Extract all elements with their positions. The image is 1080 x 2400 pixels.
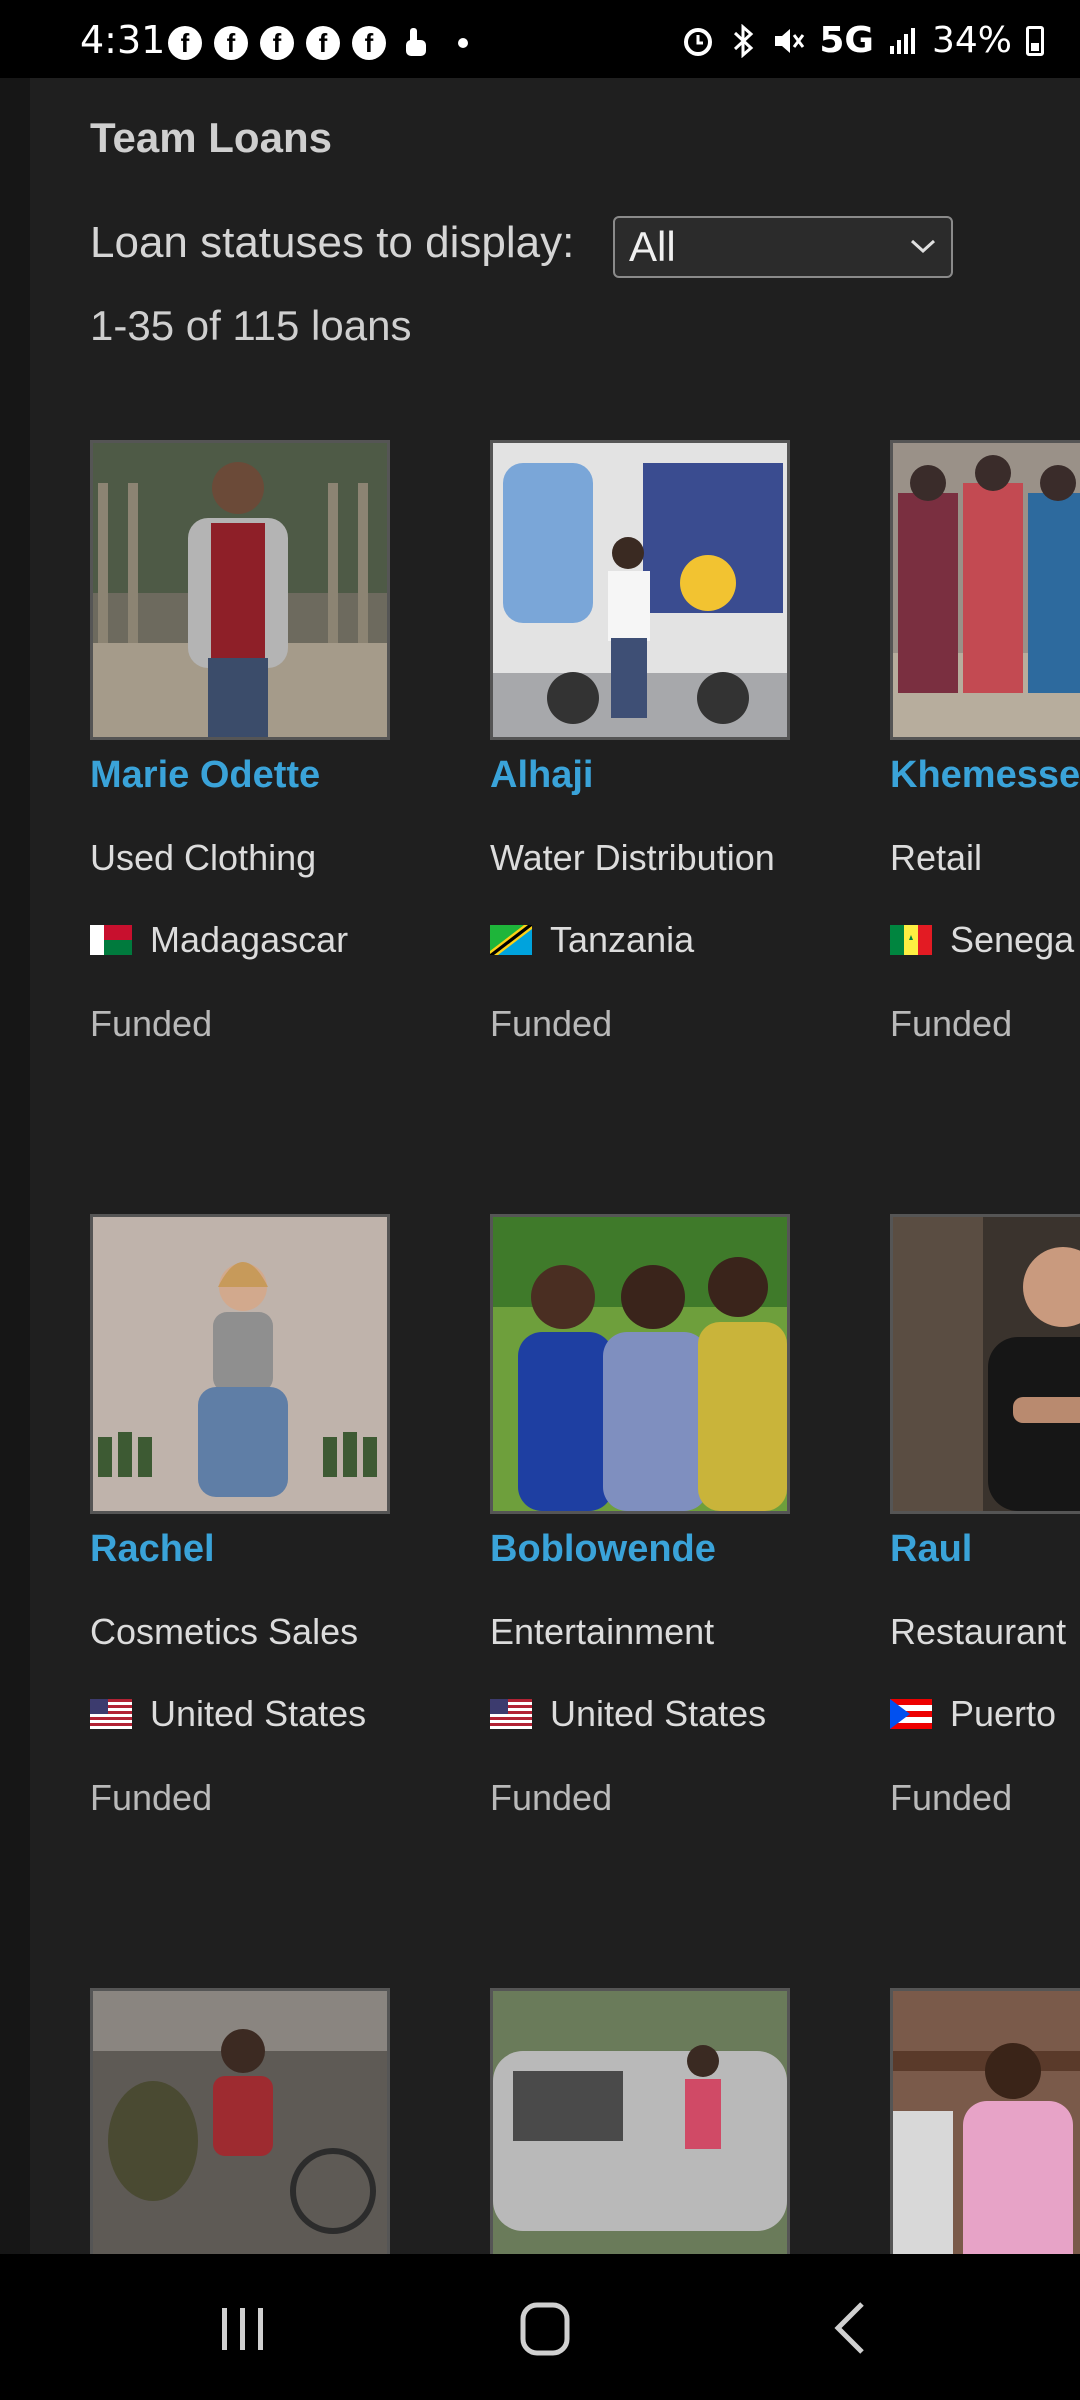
chevron-down-icon <box>910 239 936 254</box>
loan-status: Funded <box>890 1777 1013 1818</box>
borrower-photo[interactable] <box>890 1214 1080 1514</box>
loan-card[interactable]: Marie Odette Used Clothing Madagascar Fu… <box>90 440 450 1045</box>
facebook-icon: f <box>306 26 340 60</box>
loan-country: United States <box>490 1693 850 1735</box>
loan-sector: Cosmetics Sales <box>90 1611 359 1652</box>
borrower-photo[interactable] <box>490 440 790 740</box>
country-name: Senega <box>950 919 1075 960</box>
loan-status: Funded <box>90 1777 213 1818</box>
country-name: United States <box>150 1693 367 1734</box>
country-name: United States <box>550 1693 767 1734</box>
borrower-photo[interactable] <box>90 1214 390 1514</box>
home-icon[interactable] <box>520 2302 570 2356</box>
facebook-icon: f <box>214 26 248 60</box>
touch-icon <box>406 28 426 56</box>
loan-country: Puerto <box>890 1693 1080 1735</box>
status-filter-value: All <box>629 223 676 270</box>
country-name: Tanzania <box>550 919 695 960</box>
loan-card[interactable]: Alhaji Water Distribution Tanzania Funde… <box>490 440 850 1045</box>
more-notifications-dot-icon <box>458 38 468 48</box>
battery-icon <box>1026 25 1044 56</box>
team-loans-page: Team Loans Loan statuses to display: All… <box>30 78 1080 2254</box>
borrower-photo[interactable] <box>890 440 1080 740</box>
loan-card[interactable]: Rachel Cosmetics Sales United States Fun… <box>90 1214 450 1819</box>
page-title: Team Loans <box>90 114 332 161</box>
loan-card[interactable]: Khemesse Retail Senega Funded <box>890 440 1080 1045</box>
status-bar: 4:31 f f f f f 5G 34% <box>0 0 1080 78</box>
facebook-icon: f <box>260 26 294 60</box>
borrower-name-link[interactable]: Rachel <box>90 1528 450 1571</box>
facebook-icon: f <box>352 26 386 60</box>
puerto-rico-flag-icon <box>890 1699 932 1729</box>
system-indicators: 5G 34% <box>681 20 1044 61</box>
borrower-name-link[interactable]: Khemesse <box>890 754 1080 797</box>
madagascar-flag-icon <box>90 925 132 955</box>
borrower-photo[interactable] <box>490 1214 790 1514</box>
country-name: Puerto <box>950 1693 1057 1734</box>
loan-sector: Restaurant <box>890 1611 1067 1652</box>
borrower-photo[interactable] <box>490 1988 790 2254</box>
back-icon[interactable] <box>830 2300 870 2356</box>
mute-icon <box>775 28 805 53</box>
status-filter-label: Loan statuses to display: <box>90 218 575 267</box>
loan-sector: Used Clothing <box>90 837 317 878</box>
loan-country: United States <box>90 1693 450 1735</box>
facebook-icon: f <box>168 26 202 60</box>
loan-country: Madagascar <box>90 919 450 961</box>
senegal-flag-icon <box>890 925 932 955</box>
notification-icons: f f f f f <box>168 26 468 60</box>
loan-status: Funded <box>890 1003 1013 1044</box>
borrower-photo[interactable] <box>90 1988 390 2254</box>
borrower-name-link[interactable]: Marie Odette <box>90 754 450 797</box>
bluetooth-icon <box>734 23 754 58</box>
loan-sector: Water Distribution <box>490 837 775 878</box>
borrower-photo[interactable] <box>890 1988 1080 2254</box>
alarm-icon <box>684 27 713 56</box>
side-drawer-edge <box>0 78 30 2254</box>
recent-apps-icon[interactable] <box>218 2304 268 2354</box>
loan-sector: Retail <box>890 837 983 878</box>
usa-flag-icon <box>490 1699 532 1729</box>
loan-sector: Entertainment <box>490 1611 715 1652</box>
usa-flag-icon <box>90 1699 132 1729</box>
loan-status: Funded <box>490 1777 613 1818</box>
loan-country: Senega <box>890 919 1080 961</box>
borrower-photo[interactable] <box>90 440 390 740</box>
borrower-name-link[interactable]: Boblowende <box>490 1528 850 1571</box>
loan-card[interactable] <box>890 1988 1080 2254</box>
system-navigation-bar <box>0 2254 1080 2400</box>
country-name: Madagascar <box>150 919 349 960</box>
tanzania-flag-icon <box>490 925 532 955</box>
loan-country: Tanzania <box>490 919 850 961</box>
battery-percent: 34% <box>931 20 1012 61</box>
loan-status: Funded <box>90 1003 213 1044</box>
loan-card[interactable]: Raul Restaurant Puerto Funded <box>890 1214 1080 1819</box>
borrower-name-link[interactable]: Raul <box>890 1528 1080 1571</box>
borrower-name-link[interactable]: Alhaji <box>490 754 850 797</box>
results-count: 1-35 of 115 loans <box>90 302 412 349</box>
loan-card[interactable] <box>490 1988 850 2254</box>
loan-card[interactable]: Boblowende Entertainment United States F… <box>490 1214 850 1819</box>
clock: 4:31 <box>80 18 166 62</box>
network-type: 5G <box>819 20 874 61</box>
loan-card[interactable] <box>90 1988 450 2254</box>
signal-icon <box>889 27 915 54</box>
loan-status: Funded <box>490 1003 613 1044</box>
status-filter-select[interactable]: All <box>613 216 953 278</box>
